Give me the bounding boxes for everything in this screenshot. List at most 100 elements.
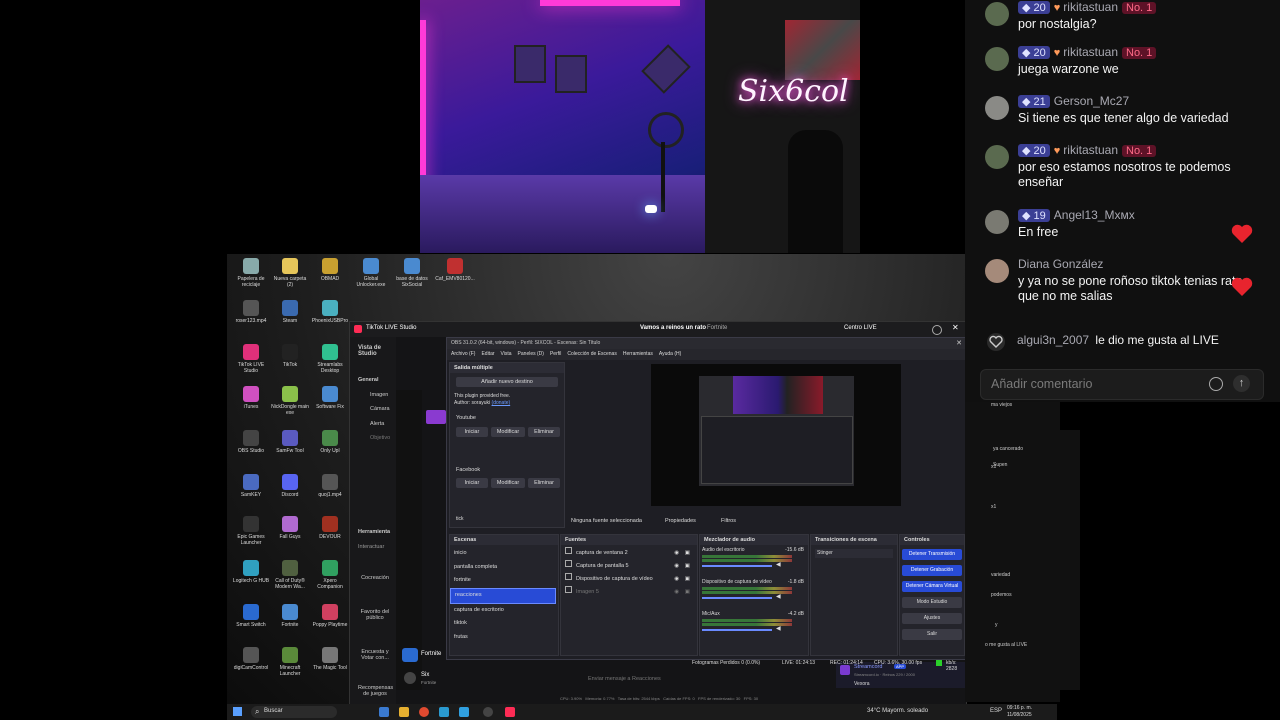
obs-preview[interactable] xyxy=(651,364,901,506)
weather[interactable]: 34°C Mayorm. soleado xyxy=(867,708,928,714)
chat-avatar[interactable] xyxy=(985,96,1009,120)
copilot-icon[interactable] xyxy=(379,707,389,717)
desktop-icon[interactable]: Nueva carpeta (2) xyxy=(270,258,310,288)
desktop-icon[interactable]: Only Upl xyxy=(310,430,350,454)
desktop-icon[interactable]: Poppy Playtime xyxy=(310,604,350,628)
settings-button[interactable]: Ajustes xyxy=(902,613,962,624)
send-message-input[interactable]: Enviar mensaje a Reacciones xyxy=(588,676,661,682)
sidebar-item-alerta[interactable]: Alerta xyxy=(370,421,384,427)
obs-menu-item[interactable]: Colección de Escenas xyxy=(567,351,616,357)
desktop-icon[interactable]: Software Fix xyxy=(310,386,350,410)
youtube-delete-button[interactable]: Eliminar xyxy=(528,427,560,437)
desktop-icon[interactable]: TikTok xyxy=(270,344,310,368)
desktop-icon[interactable]: Fall Guys xyxy=(270,516,310,540)
obs-menu-item[interactable]: Archivo (F) xyxy=(451,351,475,357)
obs-menu-item[interactable]: Herramientas xyxy=(623,351,653,357)
chat-username[interactable]: Diana González xyxy=(1018,257,1103,271)
filters-button[interactable]: Filtros xyxy=(721,518,736,524)
desktop-icon[interactable]: SamFw Tool xyxy=(270,430,310,454)
obs-menu-item[interactable]: Editar xyxy=(481,351,494,357)
desktop-icon[interactable]: Streamlabs Desktop xyxy=(310,344,350,374)
scene-item[interactable]: tiktok xyxy=(450,617,556,631)
scene-item[interactable]: pantalla completa xyxy=(450,561,556,575)
scene-item[interactable]: inicio xyxy=(450,547,556,561)
desktop-icon[interactable]: SamKEY xyxy=(231,474,271,498)
sidebar-item-camara[interactable]: Cámara xyxy=(370,406,390,412)
obs-taskbar-icon[interactable] xyxy=(483,707,493,717)
clock-date[interactable]: 11/08/2025 xyxy=(1007,712,1032,718)
lock-icon[interactable]: ▣ xyxy=(685,547,690,559)
tool-cocreacion[interactable]: Cocreación xyxy=(360,575,390,581)
desktop-icon[interactable]: Papelera de reciclaje xyxy=(231,258,271,288)
speaker-icon[interactable]: ◀ xyxy=(776,593,781,600)
transition-select[interactable]: Stinger xyxy=(815,549,893,558)
desktop-icon[interactable]: quoj1.mp4 xyxy=(310,474,350,498)
donate-link[interactable]: (donate) xyxy=(492,400,511,406)
exit-button[interactable]: Salir xyxy=(902,629,962,640)
eye-icon[interactable]: ◉ xyxy=(674,560,679,572)
speaker-icon[interactable]: ◀ xyxy=(776,625,781,632)
chat-avatar[interactable] xyxy=(985,2,1009,26)
desktop-icon[interactable]: NickDongle main exe xyxy=(270,386,310,416)
emoji-icon[interactable] xyxy=(1209,377,1223,391)
youtube-start-button[interactable]: Iniciar xyxy=(456,427,488,437)
desktop-icon[interactable]: Fortnite xyxy=(270,604,310,628)
volume-slider[interactable] xyxy=(702,597,772,599)
send-arrow-icon[interactable]: ↑ xyxy=(1233,375,1250,392)
youtube-modify-button[interactable]: Modificar xyxy=(491,427,525,437)
desktop-icon[interactable]: Call of Duty® Modern Wa... xyxy=(270,560,310,590)
desktop-icon[interactable]: Discord xyxy=(270,474,310,498)
lock-icon[interactable]: ▣ xyxy=(685,573,690,585)
source-item[interactable]: Dispositivo de captura de vídeo ◉ ▣ xyxy=(561,573,695,586)
centro-live-button[interactable]: Centro LIVE xyxy=(844,325,877,331)
vexora-label[interactable]: Vexora xyxy=(854,681,870,687)
source-chip-label[interactable]: Fortnite xyxy=(421,651,441,657)
chat-username[interactable]: rikitastuan xyxy=(1063,143,1118,157)
sidebar-item-imagen[interactable]: Imagen xyxy=(370,392,388,398)
chat-username[interactable]: rikitastuan xyxy=(1063,45,1118,59)
properties-button[interactable]: Propiedades xyxy=(665,518,696,524)
tool-recompensas[interactable]: Recompensas de juegos xyxy=(358,685,393,697)
lock-icon[interactable]: ▣ xyxy=(685,586,690,598)
chat-username[interactable]: Angel13_Mxмx xyxy=(1054,208,1135,222)
desktop-icon[interactable]: Global Unlocker.exe xyxy=(351,258,391,288)
stop-virtual-cam-button[interactable]: Detener Cámara Virtual xyxy=(902,581,962,592)
desktop-icon[interactable]: digiCamControl xyxy=(231,647,271,671)
stop-stream-button[interactable]: Detener Transmisión xyxy=(902,549,962,560)
purple-tab[interactable] xyxy=(426,410,446,424)
windows-start-icon[interactable] xyxy=(233,707,242,716)
desktop-icon[interactable]: roser123.mp4 xyxy=(231,300,271,324)
lock-icon[interactable]: ▣ xyxy=(685,560,690,572)
source-item[interactable]: Captura de pantalla 5 ◉ ▣ xyxy=(561,560,695,573)
obs-menu-item[interactable]: Paneles (D) xyxy=(518,351,544,357)
facebook-delete-button[interactable]: Eliminar xyxy=(528,478,560,488)
desktop-icon[interactable]: Caf_EMV80120... xyxy=(435,258,475,282)
stop-recording-button[interactable]: Detener Grabación xyxy=(902,565,962,576)
eye-icon[interactable]: ◉ xyxy=(674,586,679,598)
volume-slider[interactable] xyxy=(702,565,772,567)
facebook-modify-button[interactable]: Modificar xyxy=(491,478,525,488)
desktop-icon[interactable]: TikTok LIVE Studio xyxy=(231,344,271,374)
desktop-icon[interactable]: Logitech G HUB xyxy=(231,560,271,584)
add-destination-button[interactable]: Añadir nuevo destino xyxy=(456,377,558,387)
edge-icon[interactable] xyxy=(459,707,469,717)
chat-username[interactable]: Gerson_Mc27 xyxy=(1054,94,1129,108)
speaker-icon[interactable]: ◀ xyxy=(776,561,781,568)
desktop-icon[interactable]: Xpero Companion xyxy=(310,560,350,590)
app-icon[interactable] xyxy=(439,707,449,717)
settings-gear-icon[interactable] xyxy=(932,325,942,335)
close-icon[interactable]: ✕ xyxy=(952,323,959,332)
comment-input[interactable]: Añadir comentario ↑ xyxy=(980,369,1264,400)
eye-icon[interactable]: ◉ xyxy=(674,573,679,585)
chat-avatar[interactable] xyxy=(985,210,1009,234)
desktop-icon[interactable]: Minecraft Launcher xyxy=(270,647,310,677)
volume-slider[interactable] xyxy=(702,629,772,631)
vista-de-studio[interactable]: Vista de Studio xyxy=(358,345,396,357)
source-item[interactable]: captura de ventana 2 ◉ ▣ xyxy=(561,547,695,560)
obs-close-icon[interactable]: ✕ xyxy=(956,339,962,347)
chat-username[interactable]: rikitastuan xyxy=(1063,0,1118,14)
chat-avatar[interactable] xyxy=(985,259,1009,283)
obs-menu-item[interactable]: Vista xyxy=(501,351,512,357)
source-item[interactable]: Imagen 5 ◉ ▣ xyxy=(561,586,695,599)
chat-avatar[interactable] xyxy=(985,47,1009,71)
